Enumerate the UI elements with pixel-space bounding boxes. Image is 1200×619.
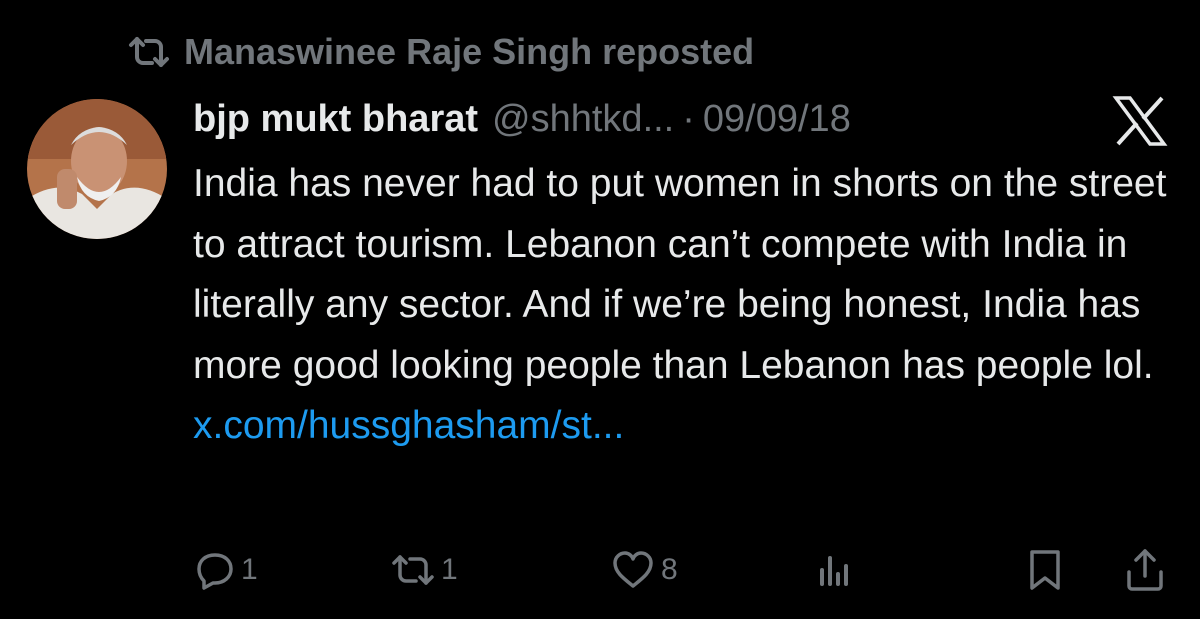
reply-count: 1 bbox=[241, 553, 258, 586]
reply-button[interactable]: 1 bbox=[195, 542, 258, 598]
post-text: India has never had to put women in shor… bbox=[193, 154, 1183, 457]
post-link[interactable]: x.com/hussghasham/st... bbox=[193, 404, 624, 447]
reposted-by-label[interactable]: Manaswinee Raje Singh reposted bbox=[184, 31, 754, 73]
analytics-icon bbox=[818, 552, 850, 588]
post-header: bjp mukt bharat @shhtkd... · 09/09/18 bbox=[193, 94, 851, 144]
post-date[interactable]: 09/09/18 bbox=[703, 98, 851, 141]
repost-icon bbox=[128, 35, 170, 69]
user-handle[interactable]: @shhtkd... bbox=[492, 98, 674, 141]
action-bar: 1 1 8 bbox=[193, 542, 1173, 598]
bookmark-button[interactable] bbox=[1027, 542, 1063, 598]
separator-dot: · bbox=[682, 97, 695, 140]
repost-header[interactable]: Manaswinee Raje Singh reposted bbox=[128, 28, 754, 76]
bookmark-icon bbox=[1027, 548, 1063, 592]
repost-button[interactable]: 1 bbox=[391, 542, 458, 598]
like-count: 8 bbox=[661, 553, 678, 586]
x-logo-icon bbox=[1112, 96, 1168, 146]
avatar[interactable] bbox=[27, 99, 167, 239]
share-button[interactable] bbox=[1125, 542, 1165, 598]
display-name[interactable]: bjp mukt bharat bbox=[193, 98, 478, 141]
repost-count: 1 bbox=[441, 553, 458, 586]
post-body-text: India has never had to put women in shor… bbox=[193, 162, 1167, 387]
views-button[interactable] bbox=[818, 542, 850, 598]
share-icon bbox=[1125, 548, 1165, 592]
reply-icon bbox=[195, 550, 235, 590]
like-button[interactable]: 8 bbox=[611, 542, 678, 598]
repost-icon bbox=[391, 552, 435, 588]
heart-icon bbox=[611, 550, 655, 590]
